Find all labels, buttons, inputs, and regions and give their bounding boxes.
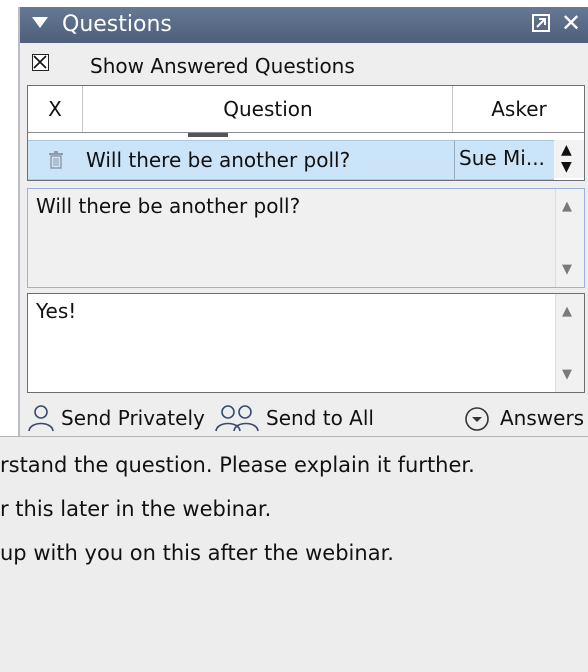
scroll-down-icon[interactable]: ▼ <box>562 367 572 382</box>
column-header-asker[interactable]: Asker <box>452 86 585 132</box>
answers-label: Answers <box>500 406 585 430</box>
questions-panel: Questions ✕ Show Answered Questions X Qu… <box>18 7 588 437</box>
show-answered-checkbox[interactable] <box>32 54 49 71</box>
close-icon[interactable]: ✕ <box>561 9 581 37</box>
checkmark-x-icon <box>33 55 47 69</box>
trash-icon[interactable] <box>48 151 64 169</box>
table-row[interactable]: Will there be another poll? Sue Mi... <box>28 133 554 180</box>
show-answered-row[interactable]: Show Answered Questions <box>20 51 588 81</box>
answer-text: Yes! <box>36 299 77 323</box>
scroll-up-icon[interactable]: ▲ <box>562 199 572 214</box>
scroll-up-icon[interactable]: ▲ <box>562 304 572 319</box>
send-to-all-button[interactable]: Send to All <box>214 400 384 436</box>
answers-dropdown-button[interactable]: Answers <box>464 400 588 436</box>
table-scrollbar[interactable]: ▲ ▼ <box>554 140 584 178</box>
undock-icon[interactable] <box>532 14 550 32</box>
answers-menu: rstand the question. Please explain it f… <box>0 436 588 672</box>
questions-table: X Question Asker Will there be another p… <box>27 85 585 181</box>
answers-menu-item[interactable]: up with you on this after the webinar. <box>0 538 394 568</box>
send-privately-label: Send Privately <box>61 406 205 430</box>
person-icon <box>28 405 54 432</box>
answer-box-scrollbar[interactable]: ▲ ▼ <box>555 294 584 392</box>
panel-title: Questions <box>62 12 172 37</box>
row-question: Will there be another poll? <box>86 148 351 172</box>
send-to-all-label: Send to All <box>266 406 374 430</box>
table-header: X Question Asker <box>28 86 584 133</box>
collapse-triangle-icon[interactable] <box>32 17 48 28</box>
question-box-scrollbar[interactable]: ▲ ▼ <box>555 189 584 287</box>
row-asker: Sue Mi... <box>454 141 554 179</box>
scroll-down-icon[interactable]: ▼ <box>562 262 572 277</box>
chevron-down-icon <box>465 407 489 431</box>
action-bar: Send Privately Send to All Answers <box>20 400 588 436</box>
scroll-down-icon[interactable]: ▼ <box>561 159 572 175</box>
show-answered-label: Show Answered Questions <box>90 54 355 78</box>
column-header-x[interactable]: X <box>28 86 82 132</box>
group-icon <box>215 405 259 432</box>
column-header-question[interactable]: Question <box>82 86 453 132</box>
question-text: Will there be another poll? <box>36 194 301 218</box>
answers-menu-item[interactable]: rstand the question. Please explain it f… <box>0 450 475 480</box>
answers-menu-item[interactable]: r this later in the webinar. <box>0 494 271 524</box>
send-privately-button[interactable]: Send Privately <box>26 400 216 436</box>
question-text-box[interactable]: Will there be another poll? ▲ ▼ <box>27 188 585 288</box>
answer-text-box[interactable]: Yes! ▲ ▼ <box>27 293 585 393</box>
previous-row-fragment <box>188 133 228 137</box>
panel-titlebar: Questions ✕ <box>20 7 588 43</box>
scroll-up-icon[interactable]: ▲ <box>561 142 572 158</box>
